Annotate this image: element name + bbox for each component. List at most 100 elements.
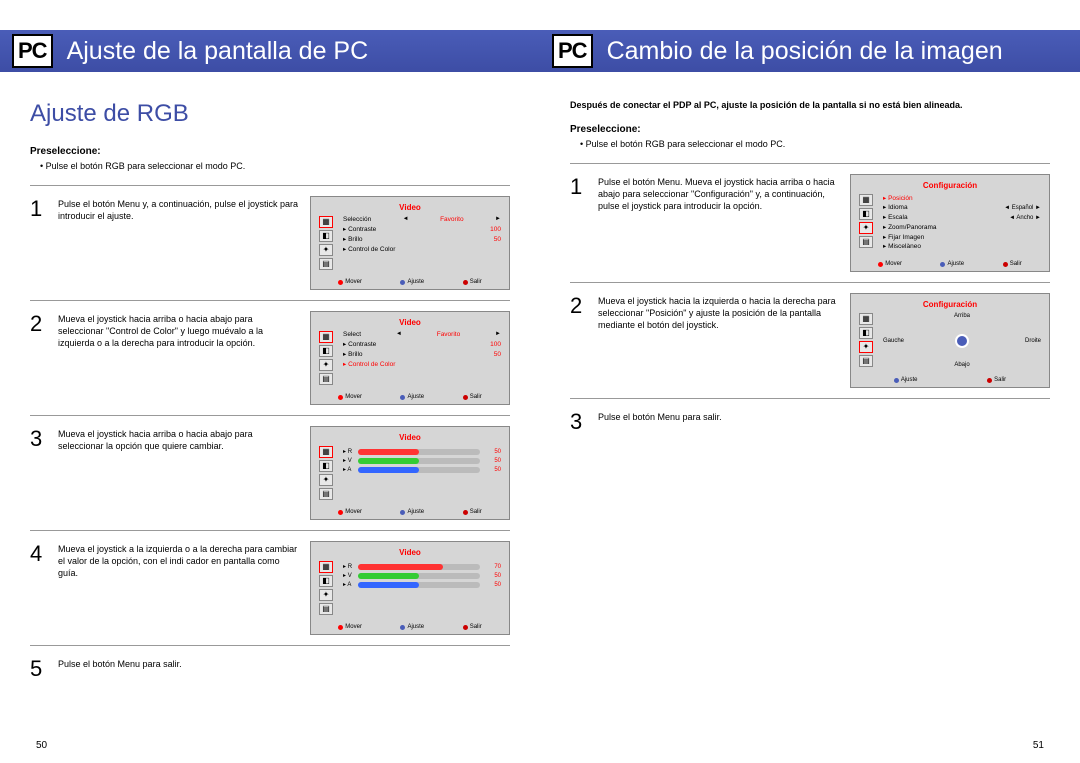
step-num-4: 4 [30,541,58,565]
r-step-text-1: Pulse el botón Menu. Mueva el joystick h… [598,174,850,212]
osd-panel-3: Video ▦ ◧ ✦ ▤ ▸ R50 ▸ V50 ▸ A50 [310,426,510,520]
osd-icon: ▦ [319,446,333,458]
osd-footer-mover: Mover [345,624,362,630]
osd-icon: ▤ [859,355,873,367]
step-num-2: 2 [30,311,58,335]
position-cross: Arriba Abajo Gauche Droite [883,313,1041,368]
osd-icon: ✦ [859,341,873,353]
rgb-val: 50 [483,449,501,455]
osd-idioma: Idioma [888,204,908,211]
r-osd-panel-1: Configuración ▦ ◧ ✦ ▤ ▸ Posición ▸ Idiom… [850,174,1050,273]
osd-val: 50 [476,235,501,245]
osd-contraste: Contraste [348,341,376,348]
rgb-a: A [347,467,351,473]
step-text-1: Pulse el botón Menu y, a continuación, p… [58,196,310,222]
osd-icon: ◧ [319,460,333,472]
preselect-text: Pulse el botón RGB para seleccionar el m… [570,139,1050,149]
osd-footer-mover: Mover [885,261,902,267]
osd-icon: ▦ [319,331,333,343]
preselect-label: Preseleccione: [30,146,510,157]
osd-fav: Favorito [437,331,460,338]
osd-footer-ajuste: Ajuste [407,394,424,400]
osd-sel: Selección [343,216,371,223]
osd-icon: ◧ [319,575,333,587]
r-step-text-3: Pulse el botón Menu para salir. [598,409,1050,423]
osd-title: Video [319,548,501,557]
r-step-row-1: 1 Pulse el botón Menu. Mueva el joystick… [570,163,1050,283]
step-image-1: Video ▦ ◧ ✦ ▤ Selección◄Favorito► ▸ Cont… [310,196,510,290]
pos-abajo: Abajo [954,362,969,368]
step-image-4: Video ▦ ◧ ✦ ▤ ▸ R70 ▸ V50 ▸ A50 [310,541,510,635]
osd-footer-ajuste: Ajuste [407,279,424,285]
step-num-1: 1 [30,196,58,220]
osd-icon: ▤ [859,236,873,248]
osd-icon: ▦ [319,216,333,228]
osd-zoom: Zoom/Panorama [888,224,936,231]
page-container: PC Ajuste de la pantalla de PC Ajuste de… [0,0,1080,763]
step-row-3: 3 Mueva el joystick hacia arriba o hacia… [30,415,510,530]
osd-title: Video [319,318,501,327]
step-num-3: 3 [30,426,58,450]
osd-footer-mover: Mover [345,279,362,285]
osd-icon: ▤ [319,603,333,615]
step-row-4: 4 Mueva el joystick a la izquierda o a l… [30,530,510,645]
right-header-title: Cambio de la posición de la imagen [607,37,1003,66]
pos-gauche: Gauche [883,338,904,344]
osd-footer-mover: Mover [345,394,362,400]
r-step-num-3: 3 [570,409,598,433]
osd-icon: ◧ [859,327,873,339]
osd-title: Configuración [859,181,1041,190]
r-step-row-2: 2 Mueva el joystick hacia la izquierda o… [570,282,1050,398]
osd-fav: Favorito [440,216,463,223]
step-row-1: 1 Pulse el botón Menu y, a continuación,… [30,185,510,300]
rgb-val: 50 [483,573,501,579]
osd-icon: ✦ [319,589,333,601]
r-osd-panel-2: Configuración ▦ ◧ ✦ ▤ Arriba Abajo [850,293,1050,388]
left-header-title: Ajuste de la pantalla de PC [67,37,369,66]
osd-footer-salir: Salir [1010,261,1022,267]
osd-controlcolor: Control de Color [348,361,395,368]
right-header-bar: PC Cambio de la posición de la imagen [540,30,1080,72]
osd-footer-salir: Salir [470,624,482,630]
preselect-text: Pulse el botón RGB para seleccionar el m… [30,161,510,171]
rgb-r: R [348,564,352,570]
rgb-v: V [348,573,352,579]
osd-val: 50 [476,350,501,360]
rgb-a: A [347,582,351,588]
osd-fijar: Fijar Imagen [888,234,924,241]
pos-arriba: Arriba [954,313,970,319]
rgb-v: V [348,458,352,464]
osd-footer-salir: Salir [470,279,482,285]
osd-escala-val: Ancho [1016,215,1033,221]
osd-icon: ✦ [319,244,333,256]
osd-title: Configuración [859,300,1041,309]
step-image-2: Video ▦ ◧ ✦ ▤ Select◄Favorito► ▸ Contras… [310,311,510,405]
step-row-2: 2 Mueva el joystick hacia arriba o hacia… [30,300,510,415]
osd-footer-mover: Mover [345,509,362,515]
osd-icon: ▦ [319,561,333,573]
osd-footer-ajuste: Ajuste [947,261,964,267]
osd-icon: ◧ [319,345,333,357]
osd-icon: ▦ [859,194,873,206]
r-step-num-1: 1 [570,174,598,198]
osd-icon: ◧ [319,230,333,242]
step-text-4: Mueva el joystick a la izquierda o a la … [58,541,310,579]
step-num-5: 5 [30,656,58,680]
osd-panel-1: Video ▦ ◧ ✦ ▤ Selección◄Favorito► ▸ Cont… [310,196,510,290]
osd-idioma-val: Español [1012,205,1034,211]
osd-posicion: Posición [888,195,913,202]
osd-icon: ▦ [859,313,873,325]
pos-droite: Droite [1025,338,1041,344]
osd-controlcolor: Control de Color [348,246,395,253]
r-step-text-2: Mueva el joystick hacia la izquierda o h… [598,293,850,331]
osd-footer-salir: Salir [470,509,482,515]
osd-icon: ✦ [859,222,873,234]
section-title: Ajuste de RGB [30,100,510,128]
osd-icon: ◧ [859,208,873,220]
step-image-3: Video ▦ ◧ ✦ ▤ ▸ R50 ▸ V50 ▸ A50 [310,426,510,520]
osd-footer-ajuste: Ajuste [901,377,918,383]
osd-title: Video [319,203,501,212]
osd-title: Video [319,433,501,442]
pc-badge-icon: PC [12,34,53,68]
osd-icon: ✦ [319,359,333,371]
